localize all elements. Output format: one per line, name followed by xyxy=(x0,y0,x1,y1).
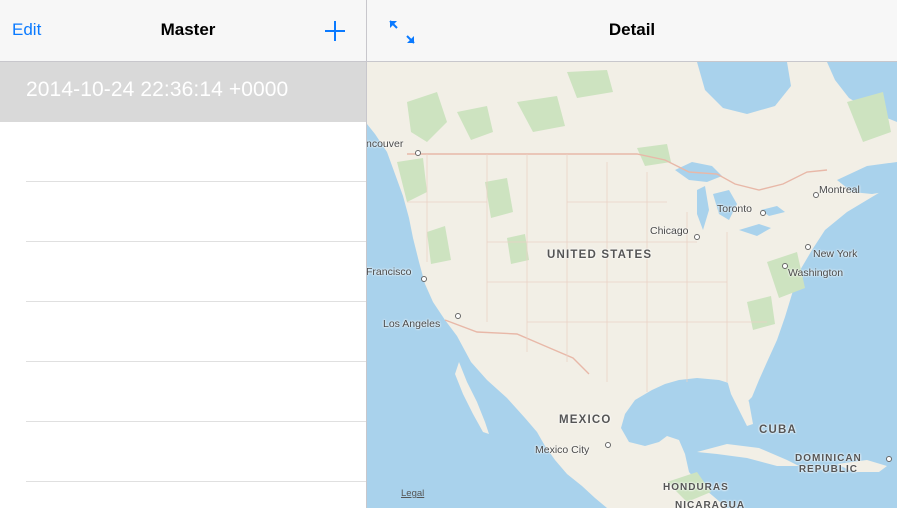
legal-link[interactable]: Legal xyxy=(401,488,424,499)
master-title: Master xyxy=(160,20,216,39)
map-label-mexico-city: Mexico City xyxy=(535,444,590,456)
map-view[interactable]: ncouver Montreal Toronto Chicago New Yor… xyxy=(367,62,897,508)
map-label-los-angeles: Los Angeles xyxy=(383,318,441,330)
map-label-montreal: Montreal xyxy=(819,184,860,196)
list-item[interactable] xyxy=(0,422,366,482)
map-canvas xyxy=(367,62,897,508)
list-item[interactable] xyxy=(0,302,366,362)
master-pane: Edit Master 2014-10-24 22:36:14 +0000 xyxy=(0,0,366,508)
map-label-chicago: Chicago xyxy=(650,225,689,237)
list-item[interactable] xyxy=(0,242,366,302)
list-item[interactable] xyxy=(0,122,366,182)
row-separator xyxy=(26,481,366,482)
map-label-nicaragua: NICARAGUA xyxy=(675,500,746,508)
map-label-toronto: Toronto xyxy=(717,203,753,215)
list-item[interactable]: 2014-10-24 22:36:14 +0000 xyxy=(0,62,366,122)
map-label-honduras: HONDURAS xyxy=(663,482,729,493)
master-navbar: Edit Master xyxy=(0,0,366,62)
map-label-san-francisco: Francisco xyxy=(367,266,412,278)
map-label-mexico: MEXICO xyxy=(559,414,612,426)
map-label-dominican-line2: REPUBLIC xyxy=(798,464,858,475)
master-list: 2014-10-24 22:36:14 +0000 xyxy=(0,62,366,482)
detail-title: Detail xyxy=(608,20,656,39)
map-label-vancouver: ncouver xyxy=(367,138,404,150)
map-label-dominican-republic: DOMINICAN REPUBLIC xyxy=(795,453,862,475)
map-label-united-states: UNITED STATES xyxy=(547,249,653,261)
map-label-new-york: New York xyxy=(813,248,858,260)
list-item[interactable] xyxy=(0,182,366,242)
map-label-cuba: CUBA xyxy=(759,424,798,436)
detail-pane: Detail ncouver Montreal Toronto Chicago … xyxy=(367,0,897,508)
split-divider[interactable] xyxy=(366,0,367,508)
detail-navbar: Detail xyxy=(367,0,897,62)
map-label-dominican-line1: DOMINICAN xyxy=(795,453,862,464)
list-item[interactable] xyxy=(0,362,366,422)
plus-icon[interactable] xyxy=(324,20,346,42)
map-label-washington: Washington xyxy=(788,267,844,279)
list-item-label: 2014-10-24 22:36:14 +0000 xyxy=(26,78,289,101)
